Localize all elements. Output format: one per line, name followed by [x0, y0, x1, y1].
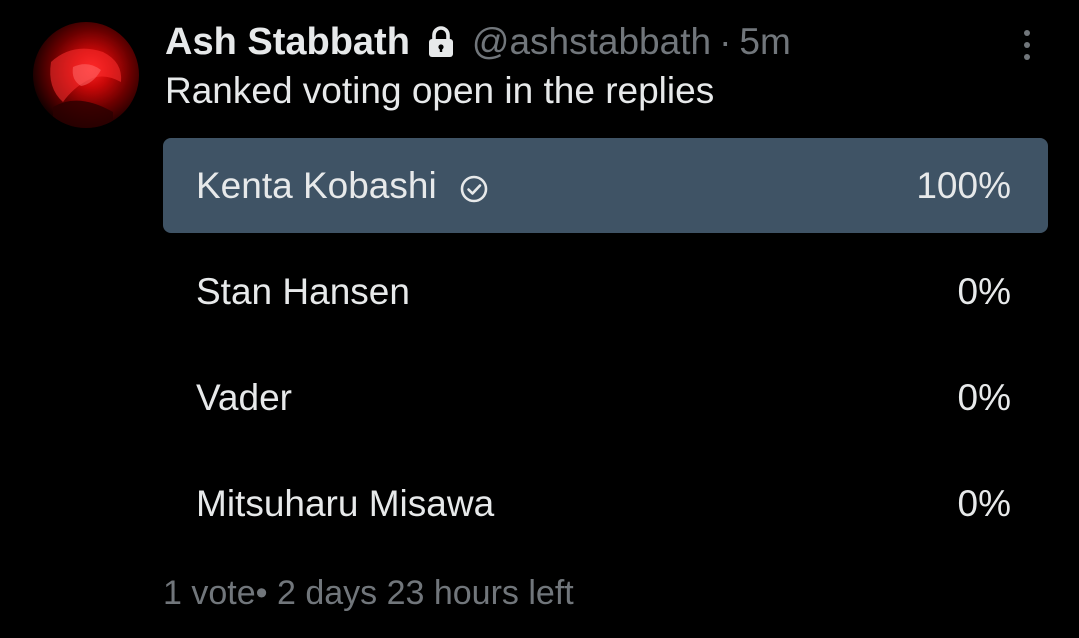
poll-option-percent: 0% [957, 376, 1011, 418]
author-handle[interactable]: @ashstabbath [472, 21, 711, 63]
avatar-image [50, 48, 122, 128]
tweet: Ash Stabbath @ashstabbath · 5m Ranked vo… [0, 0, 1079, 638]
author-display-name[interactable]: Ash Stabbath [165, 21, 410, 64]
poll-option-percent: 0% [957, 482, 1011, 524]
poll-option: Mitsuharu Misawa 0% [163, 456, 1048, 551]
poll-option-label: Stan Hansen [196, 270, 410, 312]
poll-option-label: Vader [196, 376, 292, 418]
poll-option-label-wrap: Mitsuharu Misawa [196, 456, 494, 551]
poll-option: Stan Hansen 0% [163, 244, 1048, 339]
poll-footer: 1 vote• 2 days 23 hours left [163, 574, 574, 612]
tweet-header: Ash Stabbath @ashstabbath · 5m [165, 16, 791, 68]
avatar[interactable] [33, 22, 139, 128]
poll-option-label-wrap: Vader [196, 350, 292, 445]
poll-option-percent: 0% [957, 270, 1011, 312]
more-vertical-icon[interactable] [1017, 26, 1037, 66]
separator-dot: · [719, 21, 732, 62]
poll-option: Vader 0% [163, 350, 1048, 445]
poll-option: Kenta Kobashi 100% [163, 138, 1048, 233]
poll: Kenta Kobashi 100% Stan Hansen 0% Vader [163, 138, 1048, 562]
check-circle-icon [459, 171, 489, 202]
poll-option-label: Kenta Kobashi [196, 164, 437, 206]
poll-option-label: Mitsuharu Misawa [196, 482, 495, 524]
lock-icon [426, 25, 456, 59]
poll-option-label-wrap: Kenta Kobashi [196, 138, 489, 233]
poll-option-percent: 100% [916, 164, 1011, 206]
tweet-timestamp[interactable]: 5m [739, 21, 790, 63]
poll-option-label-wrap: Stan Hansen [196, 244, 410, 339]
tweet-text: Ranked voting open in the replies [165, 70, 715, 111]
